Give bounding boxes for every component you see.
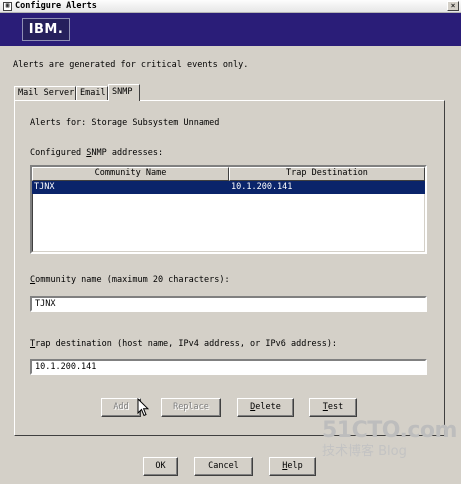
header-banner: IBM.	[0, 13, 461, 46]
trap-destination-label: Trap destination (host name, IPv4 addres…	[30, 339, 338, 349]
cell-trap: 10.1.200.141	[231, 182, 293, 192]
ok-button[interactable]: OK	[143, 457, 178, 476]
community-name-label: Community name (maximum 20 characters):	[30, 275, 230, 285]
tab-snmp[interactable]: SNMP	[108, 84, 140, 101]
table-row[interactable]: TJNX 10.1.200.141	[32, 181, 425, 194]
tab-label: SNMP	[112, 87, 133, 97]
ibm-logo: IBM.	[22, 18, 70, 41]
close-icon[interactable]: ×	[447, 1, 459, 11]
replace-button[interactable]: Replace	[161, 398, 221, 417]
delete-button[interactable]: Delete	[237, 398, 294, 417]
window-icon: ▦	[3, 1, 12, 11]
column-header-community[interactable]: Community Name	[32, 167, 229, 181]
table-header: Community Name Trap Destination	[32, 167, 425, 181]
snmp-address-table[interactable]: Community Name Trap Destination TJNX 10.…	[30, 165, 427, 254]
info-text: Alerts are generated for critical events…	[13, 60, 249, 70]
community-name-input[interactable]: TJNX	[30, 296, 427, 312]
mouse-cursor-icon	[137, 398, 149, 417]
tab-mail-server[interactable]: Mail Server	[14, 86, 76, 100]
cancel-button[interactable]: Cancel	[194, 457, 253, 476]
tab-email[interactable]: Email	[76, 86, 108, 100]
add-button[interactable]: Add	[101, 398, 141, 417]
tab-label: Mail Server	[18, 88, 75, 98]
tab-label: Email	[80, 88, 106, 98]
column-header-trap[interactable]: Trap Destination	[229, 167, 425, 181]
configured-addresses-label: Configured SNMP addresses:	[30, 148, 164, 158]
test-button[interactable]: Test	[309, 398, 357, 417]
cell-community: TJNX	[34, 182, 55, 192]
help-button[interactable]: Help	[269, 457, 316, 476]
alerts-for-label: Alerts for: Storage Subsystem Unnamed	[30, 118, 220, 128]
window-title: Configure Alerts	[15, 1, 97, 11]
title-bar: ▦ Configure Alerts ×	[0, 0, 461, 13]
watermark-sub: 技术博客 Blog	[322, 444, 407, 459]
trap-destination-input[interactable]: 10.1.200.141	[30, 359, 427, 375]
